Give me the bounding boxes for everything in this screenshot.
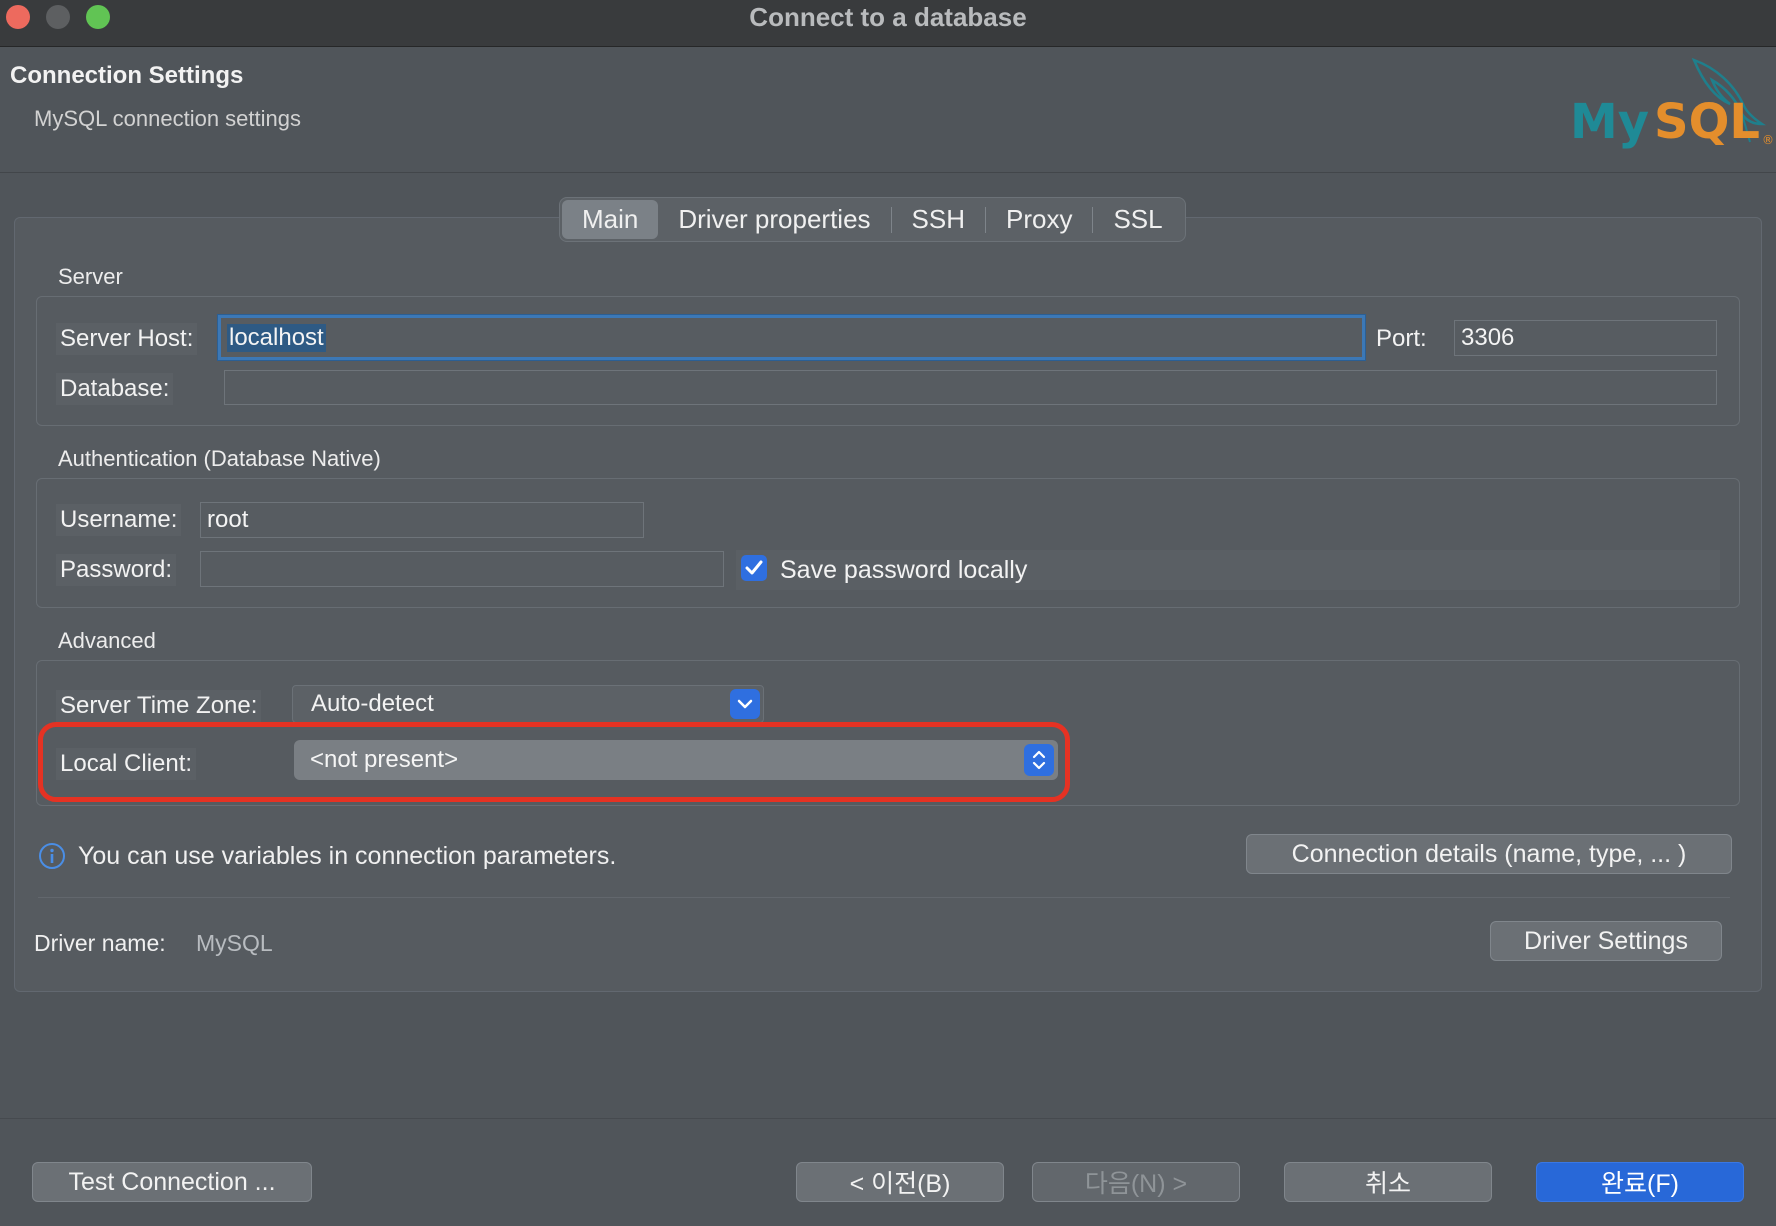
up-down-chevron-icon — [1032, 750, 1046, 770]
info-icon — [38, 842, 66, 875]
tab-ssh[interactable]: SSH — [892, 200, 985, 239]
checkmark-icon — [745, 560, 763, 575]
save-password-checkbox[interactable] — [741, 555, 767, 581]
port-input[interactable]: 3306 — [1454, 320, 1717, 356]
footer-divider — [0, 1118, 1776, 1119]
tab-bar: Main Driver properties SSH Proxy SSL — [559, 197, 1186, 242]
save-password-label[interactable]: Save password locally — [780, 556, 1027, 585]
password-input[interactable] — [200, 551, 724, 587]
connection-details-button[interactable]: Connection details (name, type, ... ) — [1246, 834, 1732, 874]
cancel-button[interactable]: 취소 — [1284, 1162, 1492, 1202]
username-input[interactable]: root — [200, 502, 644, 538]
panel-divider — [38, 897, 1730, 898]
tab-proxy[interactable]: Proxy — [986, 200, 1092, 239]
local-client-stepper[interactable] — [1024, 744, 1054, 776]
database-label: Database: — [56, 373, 174, 405]
driver-settings-button[interactable]: Driver Settings — [1490, 921, 1722, 961]
tab-driver-properties[interactable]: Driver properties — [658, 200, 890, 239]
driver-name-value: MySQL — [196, 930, 273, 956]
page-title: Connection Settings — [10, 62, 244, 89]
tab-ssl[interactable]: SSL — [1093, 200, 1182, 239]
auth-group-label: Authentication (Database Native) — [58, 446, 381, 471]
mysql-logo: My SQL ® — [1566, 54, 1776, 164]
password-label: Password: — [56, 554, 177, 586]
svg-text:My: My — [1570, 94, 1649, 150]
window-title: Connect to a database — [749, 2, 1027, 32]
header-divider — [0, 172, 1776, 173]
local-client-value: <not present> — [310, 746, 459, 773]
tab-main[interactable]: Main — [562, 200, 659, 239]
server-time-zone-value: Auto-detect — [311, 690, 434, 717]
variables-info-text: You can use variables in connection para… — [78, 842, 617, 870]
driver-name-label: Driver name: — [34, 930, 166, 956]
local-client-select[interactable]: <not present> — [294, 740, 1058, 780]
time-zone-dropdown-button[interactable] — [730, 689, 760, 719]
page-subtitle: MySQL connection settings — [34, 106, 301, 131]
local-client-label: Local Client: — [56, 748, 197, 780]
port-label: Port: — [1376, 325, 1427, 352]
back-button[interactable]: < 이전(B) — [796, 1162, 1004, 1202]
server-time-zone-label: Server Time Zone: — [56, 690, 262, 722]
server-host-value: localhost — [227, 323, 326, 352]
advanced-group-label: Advanced — [58, 628, 156, 653]
server-time-zone-combo[interactable]: Auto-detect — [292, 685, 764, 723]
database-input[interactable] — [224, 370, 1717, 405]
svg-text:SQL: SQL — [1654, 94, 1760, 150]
server-host-label: Server Host: — [56, 323, 198, 355]
svg-text:®: ® — [1762, 133, 1774, 147]
server-host-input[interactable]: localhost — [218, 315, 1365, 360]
test-connection-button[interactable]: Test Connection ... — [32, 1162, 312, 1202]
next-button[interactable]: 다음(N) > — [1032, 1162, 1240, 1202]
chevron-down-icon — [737, 699, 753, 709]
finish-button[interactable]: 완료(F) — [1536, 1162, 1744, 1202]
server-group-label: Server — [58, 264, 123, 289]
username-label: Username: — [56, 504, 182, 536]
